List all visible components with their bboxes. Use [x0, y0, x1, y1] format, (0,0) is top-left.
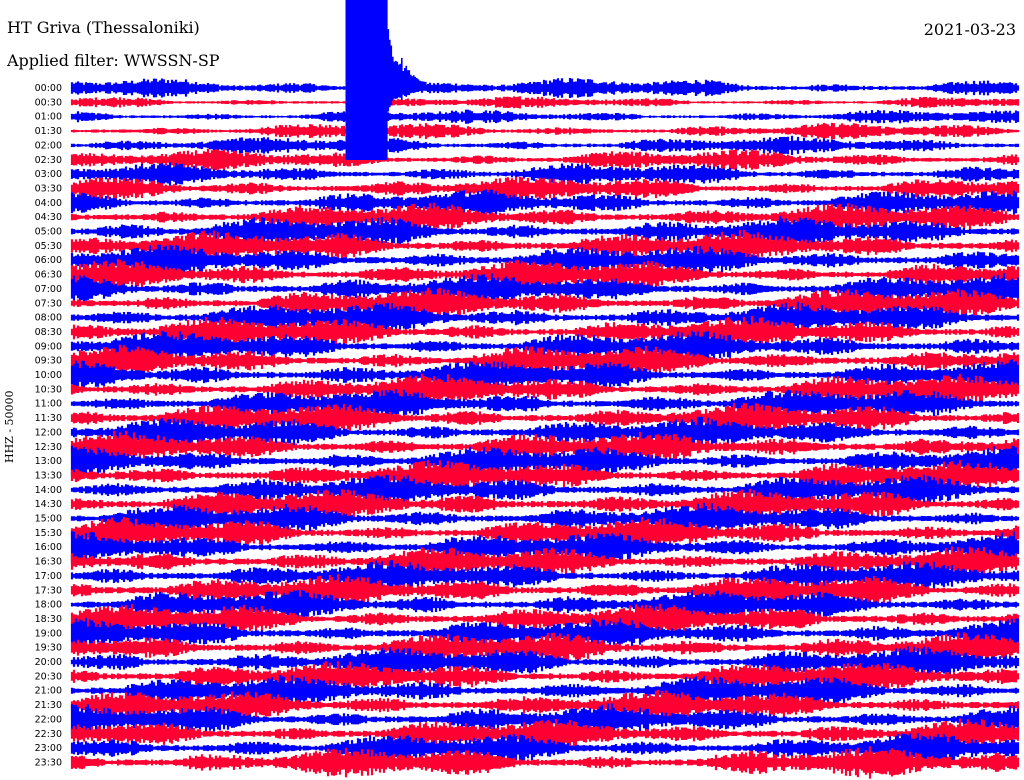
helicorder-plot: 00:00 00:30 01:00 01:30 02:00 02:30 03:00 03:30…	[35, 0, 1020, 779]
time-tick-0500: 05:00	[35, 227, 62, 238]
time-tick-1130: 11:30	[35, 413, 62, 424]
time-tick-2030: 20:30	[35, 671, 62, 682]
time-tick-0200: 02:00	[35, 140, 62, 151]
time-tick-0000: 00:00	[35, 83, 62, 94]
time-tick-2100: 21:00	[35, 686, 62, 697]
trace-0130	[70, 122, 1020, 140]
event-burst-0	[345, 0, 427, 160]
time-tick-0400: 04:00	[35, 198, 62, 209]
time-tick-1600: 16:00	[35, 542, 62, 553]
time-tick-0530: 05:30	[35, 241, 62, 252]
time-tick-0100: 01:00	[35, 112, 62, 123]
time-tick-2300: 23:00	[35, 743, 62, 754]
time-tick-2000: 20:00	[35, 657, 62, 668]
time-tick-0630: 06:30	[35, 270, 62, 281]
time-tick-0030: 00:30	[35, 97, 62, 108]
time-tick-0230: 02:30	[35, 155, 62, 166]
time-tick-0300: 03:00	[35, 169, 62, 180]
time-tick-0930: 09:30	[35, 356, 62, 367]
time-tick-1800: 18:00	[35, 600, 62, 611]
time-tick-2200: 22:00	[35, 714, 62, 725]
time-tick-1400: 14:00	[35, 485, 62, 496]
time-tick-0730: 07:30	[35, 298, 62, 309]
time-tick-1300: 13:00	[35, 456, 62, 467]
time-tick-0800: 08:00	[35, 313, 62, 324]
time-tick-0130: 01:30	[35, 126, 62, 137]
time-tick-1100: 11:00	[35, 399, 62, 410]
time-tick-1200: 12:00	[35, 427, 62, 438]
time-tick-1230: 12:30	[35, 442, 62, 453]
time-tick-0330: 03:30	[35, 183, 62, 194]
time-tick-0830: 08:30	[35, 327, 62, 338]
time-tick-1500: 15:00	[35, 514, 62, 525]
time-tick-1000: 10:00	[35, 370, 62, 381]
time-tick-1530: 15:30	[35, 528, 62, 539]
time-tick-1730: 17:30	[35, 585, 62, 596]
time-tick-1430: 14:30	[35, 499, 62, 510]
time-tick-1930: 19:30	[35, 643, 62, 654]
trace-0230	[70, 148, 1020, 171]
time-tick-2130: 21:30	[35, 700, 62, 711]
time-tick-1900: 19:00	[35, 628, 62, 639]
time-tick-2230: 22:30	[35, 729, 62, 740]
time-tick-1830: 18:30	[35, 614, 62, 625]
time-tick-0900: 09:00	[35, 341, 62, 352]
time-tick-1700: 17:00	[35, 571, 62, 582]
time-tick-1630: 16:30	[35, 557, 62, 568]
trace-0100	[70, 109, 1020, 124]
time-tick-0430: 04:30	[35, 212, 62, 223]
time-tick-1330: 13:30	[35, 470, 62, 481]
time-tick-2330: 23:30	[35, 757, 62, 768]
trace-0030	[70, 96, 1020, 109]
time-tick-0700: 07:00	[35, 284, 62, 295]
trace-0000	[70, 78, 1020, 98]
time-tick-0600: 06:00	[35, 255, 62, 266]
time-tick-1030: 10:30	[35, 384, 62, 395]
